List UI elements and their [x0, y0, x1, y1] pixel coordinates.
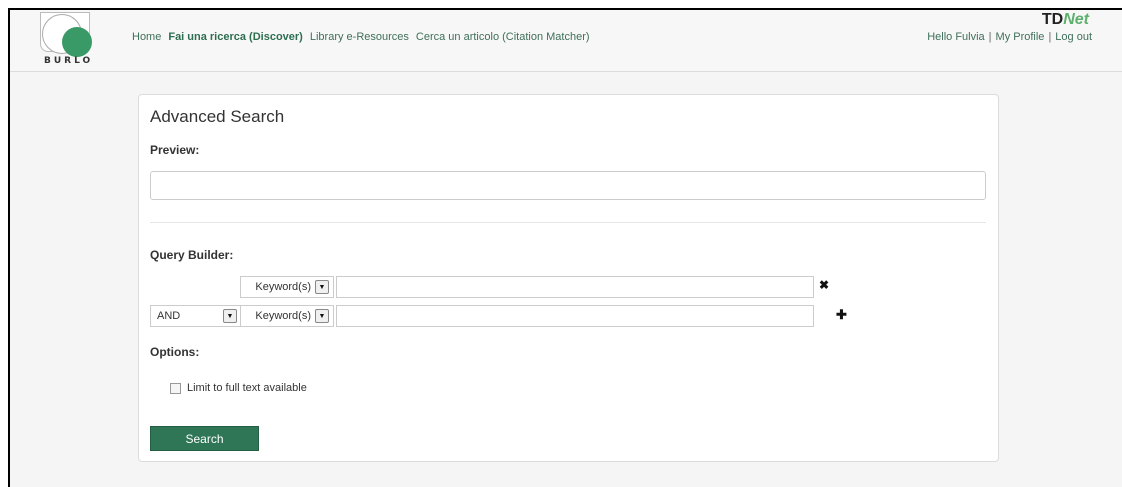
preview-label: Preview: — [150, 143, 200, 157]
nav-home[interactable]: Home — [132, 31, 161, 43]
chevron-down-icon: ▼ — [223, 309, 237, 323]
user-menu: Hello Fulvia | My Profile | Log out — [927, 31, 1092, 43]
separator: | — [988, 31, 992, 43]
options-label: Options: — [150, 345, 200, 359]
nav-citation-matcher[interactable]: Cerca un articolo (Citation Matcher) — [416, 31, 590, 43]
add-icon[interactable]: ✚ — [836, 307, 847, 323]
field-select-value: Keyword(s) — [255, 310, 311, 322]
logout-link[interactable]: Log out — [1055, 31, 1092, 43]
chevron-down-icon: ▼ — [315, 309, 329, 323]
logo-green-dot — [62, 27, 92, 57]
tdnet-brand: TDNet — [1042, 11, 1089, 29]
user-greeting: Hello Fulvia — [927, 31, 985, 43]
field-select-row-2[interactable]: Keyword(s) ▼ — [240, 305, 334, 327]
separator: | — [1048, 31, 1052, 43]
page-title: Advanced Search — [150, 107, 285, 126]
brand-td: TD — [1041, 11, 1064, 28]
chevron-down-icon: ▼ — [315, 280, 329, 294]
search-button[interactable]: Search — [150, 426, 259, 451]
section-divider — [150, 222, 986, 223]
burlo-logo[interactable]: BURLO — [40, 12, 108, 70]
query-builder-label: Query Builder: — [150, 248, 234, 262]
field-select-row-1[interactable]: Keyword(s) ▼ — [240, 276, 334, 298]
fulltext-label: Limit to full text available — [187, 382, 307, 394]
nav-discover[interactable]: Fai una ricerca (Discover) — [168, 31, 303, 43]
fulltext-checkbox[interactable] — [170, 382, 181, 394]
advanced-search-panel: Advanced Search Preview: Query Builder: … — [138, 94, 999, 462]
query-input-row-2[interactable] — [336, 305, 814, 327]
operator-select-row-2[interactable]: AND ▼ — [150, 305, 242, 327]
main-nav: Home Fai una ricerca (Discover) Library … — [132, 31, 597, 43]
my-profile-link[interactable]: My Profile — [996, 31, 1045, 43]
logo-text: BURLO — [44, 56, 94, 66]
field-select-value: Keyword(s) — [255, 281, 311, 293]
brand-net: Net — [1063, 11, 1089, 28]
top-header: BURLO Home Fai una ricerca (Discover) Li… — [10, 10, 1122, 72]
query-input-row-1[interactable] — [336, 276, 814, 298]
remove-icon[interactable]: ✖ — [819, 278, 829, 292]
nav-library-e-resources[interactable]: Library e-Resources — [310, 31, 409, 43]
operator-select-value: AND — [157, 310, 181, 322]
preview-field[interactable] — [150, 171, 986, 200]
fulltext-option[interactable]: Limit to full text available — [170, 382, 307, 394]
